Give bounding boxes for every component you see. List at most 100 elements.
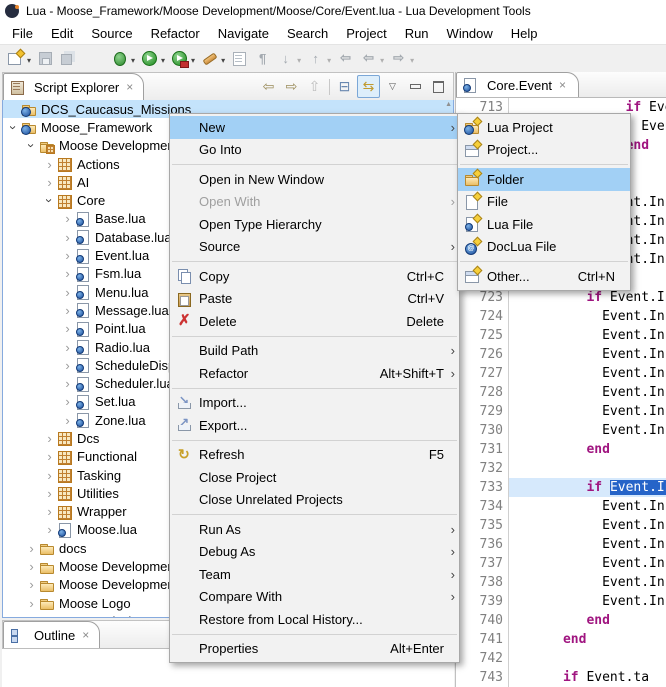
annotation-ruler[interactable] [456, 668, 466, 687]
menu-item-open-in-new-window[interactable]: Open in New Window [170, 168, 459, 191]
code-line[interactable]: 723 if Event.In [456, 288, 666, 307]
menu-help[interactable]: Help [502, 24, 547, 43]
menu-item-export[interactable]: Export... [170, 414, 459, 437]
expander-closed-icon[interactable] [24, 542, 39, 555]
collapse-all-icon[interactable]: ⊟ [334, 76, 355, 97]
line-number[interactable]: 735 [466, 516, 509, 535]
line-number[interactable]: 729 [466, 402, 509, 421]
menu-item-import[interactable]: Import... [170, 392, 459, 415]
forward-icon[interactable]: ⇨ [281, 76, 302, 97]
maximize-icon[interactable] [428, 76, 449, 97]
code-line[interactable]: 731 end [456, 440, 666, 459]
save-button[interactable] [35, 47, 56, 69]
menu-item-properties[interactable]: PropertiesAlt+Enter [170, 638, 459, 661]
external-tools-button[interactable] [199, 47, 227, 69]
menu-item-project[interactable]: Project... [458, 139, 630, 162]
line-number[interactable]: 726 [466, 345, 509, 364]
code-line[interactable]: 742 [456, 649, 666, 668]
expander-closed-icon[interactable] [42, 469, 57, 482]
expander-closed-icon[interactable] [60, 322, 75, 335]
menu-item-open-type-hierarchy[interactable]: Open Type Hierarchy [170, 213, 459, 236]
menu-item-team[interactable]: Team [170, 563, 459, 586]
code-line[interactable]: 736 Event.In [456, 535, 666, 554]
chevron-down-icon[interactable] [410, 51, 414, 66]
menu-item-run-as[interactable]: Run As [170, 518, 459, 541]
menu-item-copy[interactable]: CopyCtrl+C [170, 265, 459, 288]
scrollbar-up-icon[interactable] [445, 101, 452, 108]
menu-item-source[interactable]: Source [170, 236, 459, 259]
code-line[interactable]: 740 end [456, 611, 666, 630]
chevron-down-icon[interactable] [297, 51, 301, 66]
forward-button[interactable]: ⇨ [388, 47, 416, 69]
close-icon[interactable] [126, 80, 133, 94]
code-line[interactable]: 726 Event.In [456, 345, 666, 364]
code-line[interactable]: 739 Event.In [456, 592, 666, 611]
line-number[interactable]: 727 [466, 364, 509, 383]
menu-item-debug-as[interactable]: Debug As [170, 541, 459, 564]
expander-closed-icon[interactable] [60, 395, 75, 408]
save-all-button[interactable] [58, 47, 79, 69]
menu-item-restore-from-local-history[interactable]: Restore from Local History... [170, 608, 459, 631]
tab-core-event[interactable]: Core.Event [456, 72, 579, 97]
expander-closed-icon[interactable] [60, 414, 75, 427]
close-icon[interactable] [559, 78, 566, 92]
menu-window[interactable]: Window [438, 24, 502, 43]
code-line[interactable]: 741 end [456, 630, 666, 649]
expander-closed-icon[interactable] [60, 286, 75, 299]
code-line[interactable]: 737 Event.In [456, 554, 666, 573]
line-number[interactable]: 724 [466, 307, 509, 326]
menu-item-folder[interactable]: Folder [458, 168, 630, 191]
menu-file[interactable]: File [3, 24, 42, 43]
menu-item-other[interactable]: Other...Ctrl+N [458, 265, 630, 288]
line-number[interactable]: 733 [466, 478, 509, 497]
line-number[interactable]: 741 [466, 630, 509, 649]
menu-item-delete[interactable]: DeleteDelete [170, 310, 459, 333]
menu-item-open-with[interactable]: Open With [170, 191, 459, 214]
expander-closed-icon[interactable] [60, 359, 75, 372]
expander-closed-icon[interactable] [42, 487, 57, 500]
open-element-button[interactable] [229, 47, 250, 69]
line-number[interactable]: 738 [466, 573, 509, 592]
up-icon[interactable]: ⇧ [304, 76, 325, 97]
expander-open-icon[interactable] [7, 120, 20, 135]
chevron-down-icon[interactable] [27, 51, 31, 66]
view-menu-icon[interactable]: ▽ [382, 76, 403, 97]
expander-closed-icon[interactable] [60, 212, 75, 225]
last-edit-location-button[interactable]: ⇦ [335, 47, 356, 69]
show-whitespace-button[interactable]: ¶ [252, 47, 273, 69]
line-number[interactable]: 728 [466, 383, 509, 402]
menu-item-lua-file[interactable]: Lua File [458, 213, 630, 236]
back-button[interactable]: ⇦ [358, 47, 386, 69]
menu-navigate[interactable]: Navigate [209, 24, 278, 43]
line-number[interactable]: 732 [466, 459, 509, 478]
line-number[interactable]: 743 [466, 668, 509, 687]
menu-item-compare-with[interactable]: Compare With [170, 586, 459, 609]
line-number[interactable]: 737 [466, 554, 509, 573]
line-number[interactable]: 736 [466, 535, 509, 554]
expander-closed-icon[interactable] [24, 615, 39, 618]
line-number[interactable]: 739 [466, 592, 509, 611]
link-with-editor-icon[interactable]: ⇆ [357, 75, 380, 98]
tab-outline[interactable]: Outline [3, 621, 100, 648]
back-icon[interactable]: ⇦ [258, 76, 279, 97]
expander-closed-icon[interactable] [42, 523, 57, 536]
new-wizard-button[interactable] [5, 47, 33, 69]
run-button[interactable] [139, 47, 167, 69]
minimize-icon[interactable] [405, 76, 426, 97]
expander-closed-icon[interactable] [42, 158, 57, 171]
code-line[interactable]: 727 Event.In [456, 364, 666, 383]
code-line[interactable]: 734 Event.In [456, 497, 666, 516]
next-annotation-button[interactable]: ↓ [275, 47, 303, 69]
menu-item-file[interactable]: File [458, 191, 630, 214]
menu-item-go-into[interactable]: Go Into [170, 139, 459, 162]
code-line[interactable]: 728 Event.In [456, 383, 666, 402]
expander-open-icon[interactable] [25, 138, 38, 153]
expander-closed-icon[interactable] [60, 249, 75, 262]
chevron-down-icon[interactable] [161, 51, 165, 66]
menu-item-close-unrelated-projects[interactable]: Close Unrelated Projects [170, 489, 459, 512]
code-line[interactable]: 724 Event.In [456, 307, 666, 326]
line-number[interactable]: 742 [466, 649, 509, 668]
expander-closed-icon[interactable] [60, 377, 75, 390]
expander-closed-icon[interactable] [42, 432, 57, 445]
expander-closed-icon[interactable] [42, 176, 57, 189]
